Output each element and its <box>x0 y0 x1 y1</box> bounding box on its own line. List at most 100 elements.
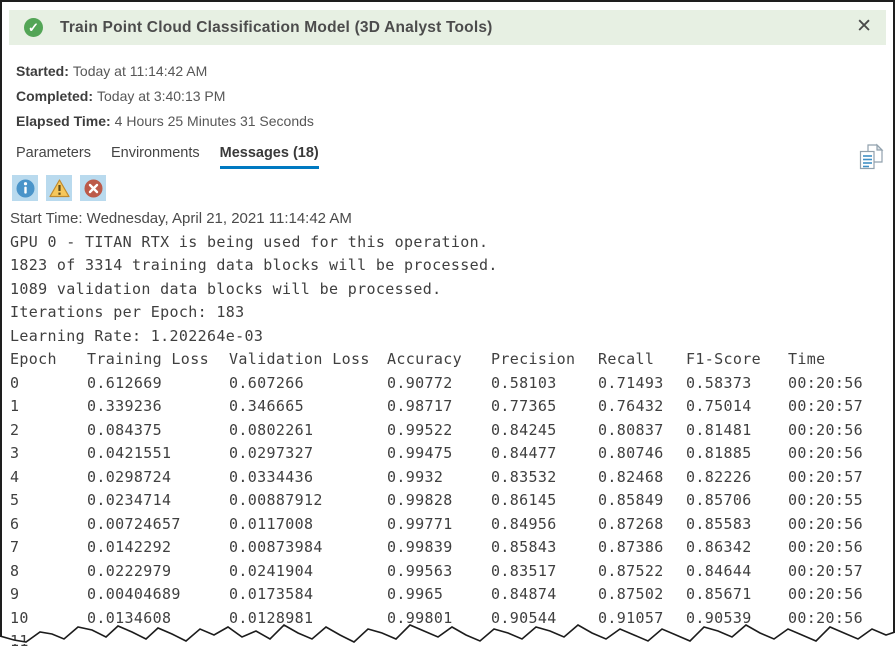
column-header: Recall <box>598 348 686 372</box>
table-cell: 11 <box>10 630 87 654</box>
table-cell: 0.00724657 <box>87 513 229 537</box>
table-cell: 0.99801 <box>387 607 491 631</box>
table-cell: 0.0298724 <box>87 466 229 490</box>
geoprocessing-result-window: ✓ Train Point Cloud Classification Model… <box>0 0 895 644</box>
table-cell: 0.86342 <box>686 536 788 560</box>
table-cell: 0.75014 <box>686 395 788 419</box>
table-cell: 0.99839 <box>387 536 491 560</box>
table-cell: 4 <box>10 466 87 490</box>
run-status-block: Started:Today at 11:14:42 AM Completed:T… <box>16 59 314 134</box>
column-header: Epoch <box>10 348 87 372</box>
table-cell: 0.87268 <box>598 513 686 537</box>
table-cell: 0.58103 <box>491 372 598 396</box>
tabs: Parameters Environments Messages (18) <box>16 145 339 169</box>
column-header: Accuracy <box>387 348 491 372</box>
completed-line: Completed:Today at 3:40:13 PM <box>16 84 314 109</box>
table-row: 50.02347140.008879120.998280.861450.8584… <box>10 489 891 513</box>
table-row: 00.6126690.6072660.907720.581030.714930.… <box>10 372 891 396</box>
copy-messages-button[interactable] <box>858 143 884 174</box>
table-cell: 0.87522 <box>598 560 686 584</box>
table-cell: 0.84956 <box>491 513 598 537</box>
warning-icon <box>49 179 70 198</box>
table-cell: 00:20:56 <box>788 513 891 537</box>
table-cell: 0.0234714 <box>87 489 229 513</box>
table-cell: 0.0117008 <box>229 513 387 537</box>
table-cell: 0.99475 <box>387 442 491 466</box>
table-cell: 0.0802261 <box>229 419 387 443</box>
information-filter-button[interactable] <box>12 175 38 201</box>
table-cell: 0.80746 <box>598 442 686 466</box>
table-cell: 0.99563 <box>387 560 491 584</box>
message-filter-toolbar <box>12 175 106 201</box>
table-cell: 1 <box>10 395 87 419</box>
table-cell: 0.81481 <box>686 419 788 443</box>
start-time-line: Start Time: Wednesday, April 21, 2021 11… <box>10 207 891 231</box>
copy-icon <box>858 159 884 174</box>
error-filter-button[interactable] <box>80 175 106 201</box>
table-cell: 0.339236 <box>87 395 229 419</box>
warning-filter-button[interactable] <box>46 175 72 201</box>
table-cell: 0.607266 <box>229 372 387 396</box>
table-cell: 00:20:56 <box>788 583 891 607</box>
table-cell: 10 <box>10 607 87 631</box>
tab-environments[interactable]: Environments <box>111 145 200 169</box>
log-line: Iterations per Epoch: 183 <box>10 301 891 325</box>
completed-value: Today at 3:40:13 PM <box>97 88 225 104</box>
table-cell: 0.86145 <box>491 489 598 513</box>
table-cell: 00:20:56 <box>788 536 891 560</box>
column-header: Validation Loss <box>229 348 387 372</box>
started-label: Started: <box>16 63 69 79</box>
table-row: 60.007246570.01170080.997710.849560.8726… <box>10 513 891 537</box>
elapsed-line: Elapsed Time:4 Hours 25 Minutes 31 Secon… <box>16 109 314 134</box>
error-icon <box>84 179 103 198</box>
tool-title: Train Point Cloud Classification Model (… <box>60 19 493 37</box>
table-row: 90.004046890.01735840.99650.848740.87502… <box>10 583 891 607</box>
tab-parameters[interactable]: Parameters <box>16 145 91 169</box>
table-cell: 0.90772 <box>387 372 491 396</box>
table-cell: 0.84874 <box>491 583 598 607</box>
table-row: 30.04215510.02973270.994750.844770.80746… <box>10 442 891 466</box>
column-header: Time <box>788 348 891 372</box>
table-cell: 0.81885 <box>686 442 788 466</box>
table-cell: 0.0421551 <box>87 442 229 466</box>
tabs-row: Parameters Environments Messages (18) <box>16 145 884 174</box>
table-cell: 0.0142292 <box>87 536 229 560</box>
table-cell: 00:20:57 <box>788 560 891 584</box>
table-cell: 0.84245 <box>491 419 598 443</box>
table-header-row: EpochTraining LossValidation LossAccurac… <box>10 348 891 372</box>
table-cell: 0.76432 <box>598 395 686 419</box>
table-cell: 0.0297327 <box>229 442 387 466</box>
table-cell: 0.85583 <box>686 513 788 537</box>
table-cell: 0.80837 <box>598 419 686 443</box>
table-cell: 0.99771 <box>387 513 491 537</box>
table-cell: 0.00404689 <box>87 583 229 607</box>
table-cell: 00:20:57 <box>788 466 891 490</box>
table-cell: 0 <box>10 372 87 396</box>
table-partial-row: 11 <box>10 630 891 654</box>
table-row: 70.01422920.008739840.998390.858430.8738… <box>10 536 891 560</box>
completed-label: Completed: <box>16 88 93 104</box>
table-cell: 0.98717 <box>387 395 491 419</box>
table-cell: 2 <box>10 419 87 443</box>
table-cell: 0.85843 <box>491 536 598 560</box>
table-cell: 00:20:57 <box>788 395 891 419</box>
table-cell: 0.0334436 <box>229 466 387 490</box>
close-button[interactable]: ✕ <box>852 13 876 40</box>
table-cell: 0.0134608 <box>87 607 229 631</box>
table-cell: 0.0222979 <box>87 560 229 584</box>
table-cell: 0.87502 <box>598 583 686 607</box>
table-cell: 0.00873984 <box>229 536 387 560</box>
table-row: 40.02987240.03344360.99320.835320.824680… <box>10 466 891 490</box>
log-line: 1089 validation data blocks will be proc… <box>10 278 891 302</box>
tab-messages[interactable]: Messages (18) <box>220 145 319 169</box>
info-icon <box>16 179 35 198</box>
table-cell: 0.346665 <box>229 395 387 419</box>
started-line: Started:Today at 11:14:42 AM <box>16 59 314 84</box>
table-cell: 3 <box>10 442 87 466</box>
titlebar: ✓ Train Point Cloud Classification Model… <box>9 10 886 45</box>
table-cell: 0.83517 <box>491 560 598 584</box>
table-cell: 0.0173584 <box>229 583 387 607</box>
log-lines: GPU 0 - TITAN RTX is being used for this… <box>10 231 891 349</box>
table-cell: 0.84477 <box>491 442 598 466</box>
table-cell: 0.90539 <box>686 607 788 631</box>
